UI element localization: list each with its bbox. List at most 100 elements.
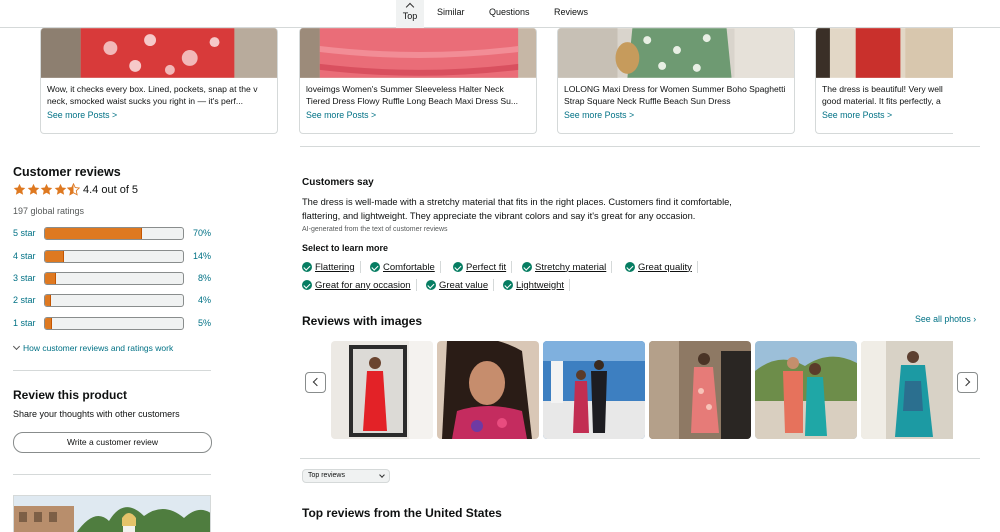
customers-say-summary: The dress is well-made with a stretchy m…: [302, 197, 732, 221]
divider: [696, 261, 698, 273]
sort-reviews-dropdown[interactable]: Top reviews: [302, 469, 390, 483]
see-more-posts-link[interactable]: See more Posts >: [47, 110, 117, 120]
histogram-row[interactable]: 3 star 8%: [13, 272, 211, 286]
write-review-button[interactable]: Write a customer review: [13, 432, 212, 453]
histogram-star-label[interactable]: 4 star: [13, 251, 36, 261]
histogram-bar[interactable]: [44, 294, 184, 307]
post-card-image: [816, 28, 953, 78]
review-image: [543, 341, 645, 439]
histogram-bar[interactable]: [44, 250, 184, 263]
chevron-down-icon: [12, 342, 21, 351]
aspect-label: Stretchy material: [535, 261, 607, 273]
histogram-star-label[interactable]: 3 star: [13, 273, 36, 283]
histogram-percent[interactable]: 8%: [179, 273, 211, 283]
aspect-chip[interactable]: Great value: [426, 278, 495, 292]
ai-generated-note: AI-generated from the text of customer r…: [302, 226, 448, 233]
aspect-label: Perfect fit: [466, 261, 507, 273]
divider: [13, 474, 211, 475]
post-card-text: The dress is beautiful! Very well good m…: [822, 84, 943, 106]
review-this-product-heading: Review this product: [13, 388, 128, 402]
histogram-percent[interactable]: 70%: [179, 228, 211, 238]
review-image: [437, 341, 539, 439]
divider: [569, 279, 571, 291]
histogram-row[interactable]: 1 star 5%: [13, 317, 211, 331]
how-reviews-work-link[interactable]: How customer reviews and ratings work: [12, 342, 173, 353]
post-card[interactable]: The dress is beautiful! Very well good m…: [815, 28, 953, 134]
histogram-star-label[interactable]: 1 star: [13, 318, 36, 328]
aspect-chip[interactable]: Great quality: [625, 260, 698, 274]
aspect-label: Great value: [439, 279, 489, 291]
histogram-row[interactable]: 2 star 4%: [13, 294, 211, 308]
global-ratings-count: 197 global ratings: [13, 206, 85, 216]
nav-similar[interactable]: Similar: [437, 7, 465, 17]
divider: [13, 370, 211, 371]
post-card-image: [300, 28, 536, 78]
histogram-row[interactable]: 4 star 14%: [13, 250, 211, 264]
star-full-icon: [13, 183, 26, 195]
review-image-thumbnail[interactable]: [331, 341, 433, 439]
review-image-thumbnail[interactable]: [755, 341, 857, 439]
customer-reviews-heading: Customer reviews: [13, 165, 121, 179]
see-more-posts-link[interactable]: See more Posts >: [564, 110, 634, 120]
see-all-photos-link[interactable]: See all photos ›: [915, 314, 976, 324]
checkmark-circle-icon: [426, 280, 436, 290]
review-this-product-subtitle: Share your thoughts with other customers: [13, 409, 180, 419]
aspect-chip[interactable]: Stretchy material: [522, 260, 613, 274]
histogram-percent[interactable]: 5%: [179, 318, 211, 328]
star-full-icon: [40, 183, 53, 195]
histogram-bar[interactable]: [44, 227, 184, 240]
review-image: [755, 341, 857, 439]
aspect-chip[interactable]: Comfortable: [370, 260, 441, 274]
nav-reviews[interactable]: Reviews: [554, 7, 588, 17]
aspect-chip[interactable]: Flattering: [302, 260, 361, 274]
review-image-thumbnail[interactable]: [861, 341, 953, 439]
histogram-bar-fill: [45, 228, 142, 239]
post-card-text: Wow, it checks every box. Lined, pockets…: [47, 84, 258, 106]
top-reviews-heading: Top reviews from the United States: [302, 506, 502, 520]
divider: [439, 261, 441, 273]
post-card[interactable]: Wow, it checks every box. Lined, pockets…: [40, 28, 278, 134]
aspect-chip[interactable]: Lightweight: [503, 278, 571, 292]
histogram-bar-fill: [45, 318, 52, 329]
sort-selected-value: Top reviews: [308, 472, 345, 479]
star-full-icon: [27, 183, 39, 195]
histogram-bar[interactable]: [44, 272, 184, 285]
checkmark-circle-icon: [625, 262, 635, 272]
review-image-thumbnail[interactable]: [437, 341, 539, 439]
aspect-chip[interactable]: Great for any occasion: [302, 278, 417, 292]
histogram-star-label[interactable]: 2 star: [13, 295, 36, 305]
histogram-row[interactable]: 5 star 70%: [13, 227, 211, 241]
histogram-bar-fill: [45, 295, 51, 306]
review-image-thumbnail[interactable]: [543, 341, 645, 439]
see-more-posts-link[interactable]: See more Posts >: [822, 110, 892, 120]
post-card-image: [41, 28, 277, 78]
aspect-label: Great quality: [638, 261, 692, 273]
promo-photo-image: [14, 496, 210, 532]
post-card[interactable]: LOLONG Maxi Dress for Women Summer Boho …: [557, 28, 795, 134]
checkmark-circle-icon: [503, 280, 513, 290]
histogram-percent[interactable]: 14%: [179, 251, 211, 261]
promo-photo[interactable]: [13, 495, 211, 532]
aspect-chip[interactable]: Perfect fit: [453, 260, 513, 274]
chevron-down-icon: [379, 472, 385, 478]
carousel-next-button[interactable]: [957, 372, 978, 393]
star-full-icon: [54, 183, 66, 195]
histogram-star-label[interactable]: 5 star: [13, 228, 36, 238]
post-card[interactable]: loveimgs Women's Summer Sleeveless Halte…: [299, 28, 537, 134]
aspect-label: Comfortable: [383, 261, 435, 273]
divider: [493, 279, 495, 291]
nav-questions[interactable]: Questions: [489, 7, 530, 17]
post-card-text: LOLONG Maxi Dress for Women Summer Boho …: [564, 84, 786, 106]
review-image-thumbnail[interactable]: [649, 341, 751, 439]
reviews-with-images-heading: Reviews with images: [302, 314, 423, 328]
carousel-prev-button[interactable]: [305, 372, 326, 393]
checkmark-circle-icon: [302, 280, 312, 290]
see-more-posts-link[interactable]: See more Posts >: [306, 110, 376, 120]
histogram-bar[interactable]: [44, 317, 184, 330]
average-rating-text: 4.4 out of 5: [83, 184, 139, 196]
histogram-percent[interactable]: 4%: [179, 295, 211, 305]
histogram-bar-fill: [45, 251, 65, 262]
divider: [359, 261, 361, 273]
review-image: [331, 341, 433, 439]
nav-top-button[interactable]: Top: [396, 0, 424, 28]
